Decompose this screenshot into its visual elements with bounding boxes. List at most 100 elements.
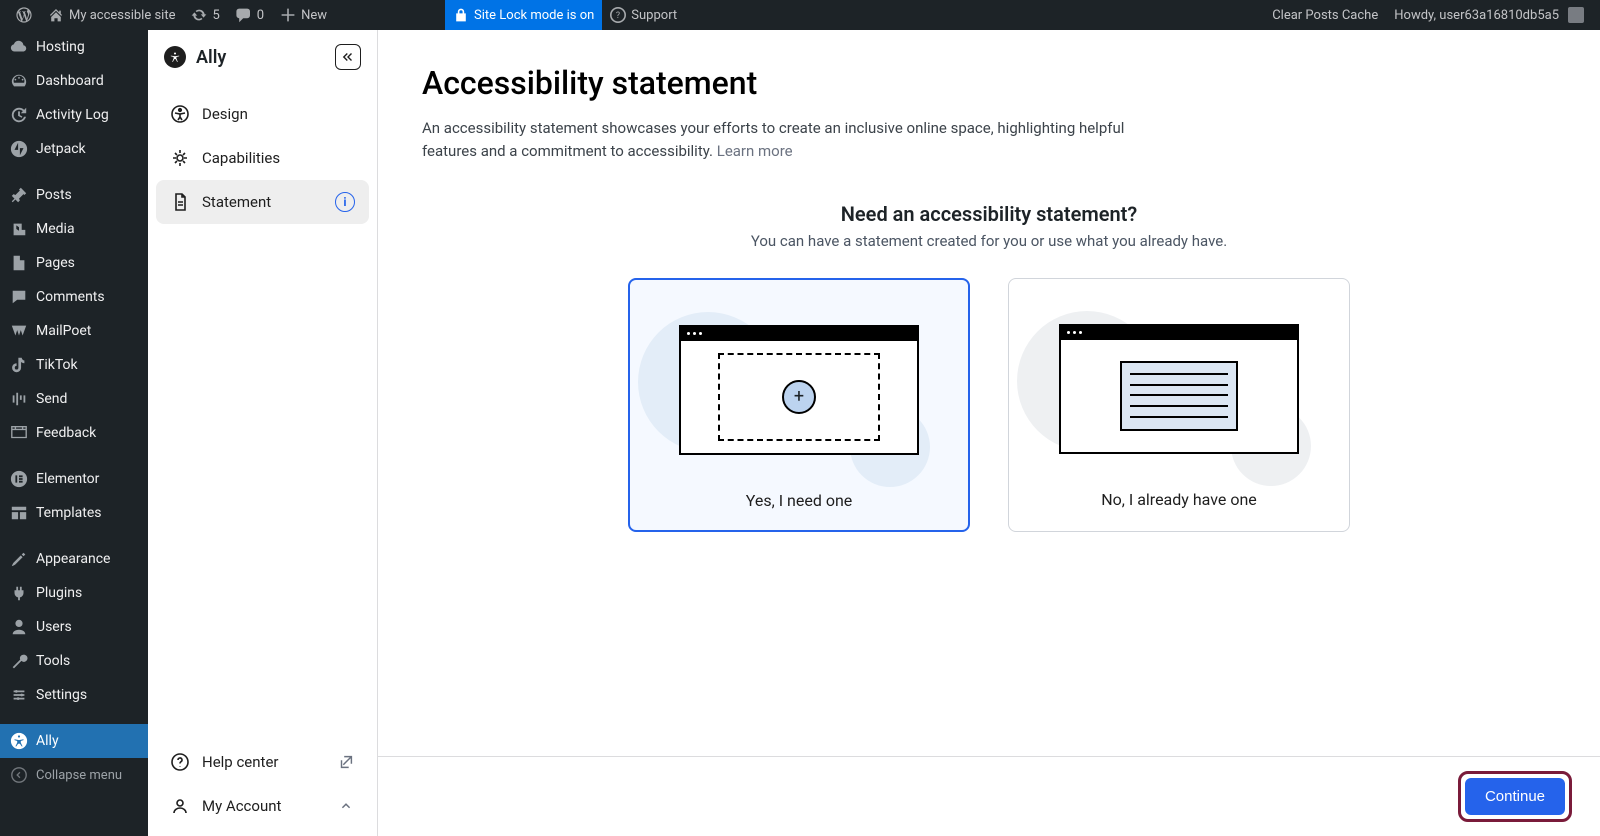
question-title: Need an accessibility statement? [422,202,1556,226]
continue-button[interactable]: Continue [1465,778,1565,815]
sidebar-item-media[interactable]: Media [0,212,148,246]
sidebar-item-appearance[interactable]: Appearance [0,542,148,576]
updates-count: 5 [212,8,219,23]
option-yes-need-one[interactable]: + Yes, I need one [628,278,970,532]
ally-nav-statement[interactable]: Statement i [156,180,369,224]
cloud-icon [10,38,28,56]
avatar [1568,7,1584,23]
wp-logo-menu[interactable] [8,0,40,30]
learn-more-link[interactable]: Learn more [717,142,793,160]
sidebar-item-tiktok[interactable]: TikTok [0,348,148,382]
sidebar-item-settings[interactable]: Settings [0,678,148,712]
collapse-panel-button[interactable] [335,44,361,70]
accessibility-icon [168,50,182,64]
ally-header: Ally [148,30,377,84]
new-label: New [301,8,327,23]
update-icon [191,7,207,23]
chevron-double-left-icon [341,50,355,64]
option-no-label: No, I already have one [1027,490,1331,509]
sidebar-item-hosting[interactable]: Hosting [0,30,148,64]
home-icon [48,7,64,23]
accessibility-icon [170,104,190,124]
sidebar-item-ally[interactable]: Ally [0,724,148,758]
gear-icon [170,148,190,168]
footer-bar: Continue [378,756,1600,836]
mailpoet-icon [10,322,28,340]
dashboard-icon [10,72,28,90]
sidebar-item-templates[interactable]: Templates [0,496,148,530]
sidebar-item-feedback[interactable]: Feedback [0,416,148,450]
help-icon: ? [610,7,626,23]
new-content-link[interactable]: New [272,0,335,30]
wordpress-icon [16,7,32,23]
comments-count: 0 [257,8,264,23]
tools-icon [10,652,28,670]
sidebar-item-posts[interactable]: Posts [0,178,148,212]
user-icon [170,796,190,816]
sidebar-item-plugins[interactable]: Plugins [0,576,148,610]
sidebar-item-elementor[interactable]: Elementor [0,462,148,496]
sidebar-item-dashboard[interactable]: Dashboard [0,64,148,98]
info-icon[interactable]: i [335,192,355,212]
wp-admin-sidebar: Hosting Dashboard Activity Log Jetpack P… [0,30,148,836]
illustration-create-new: + [648,302,950,477]
option-yes-label: Yes, I need one [648,491,950,510]
sidebar-item-pages[interactable]: Pages [0,246,148,280]
option-no-have-one[interactable]: No, I already have one [1008,278,1350,532]
comment-icon [236,7,252,23]
help-center-link[interactable]: Help center [156,740,369,784]
ally-title: Ally [196,47,226,68]
document-icon [170,192,190,212]
collapse-menu-button[interactable]: Collapse menu [0,758,148,792]
howdy-text: Howdy, user63a16810db5a5 [1394,8,1559,23]
site-lock-label: Site Lock mode is on [474,8,594,23]
sidebar-item-activity-log[interactable]: Activity Log [0,98,148,132]
lock-icon [453,7,469,23]
svg-text:?: ? [616,11,620,21]
page-title: Accessibility statement [422,64,1556,102]
templates-icon [10,504,28,522]
support-link[interactable]: ? Support [602,0,685,30]
sidebar-item-comments[interactable]: Comments [0,280,148,314]
site-lock-indicator[interactable]: Site Lock mode is on [445,0,602,30]
pin-icon [10,186,28,204]
admin-topbar: My accessible site 5 0 New Site Lock mod… [0,0,1600,30]
help-icon [170,752,190,772]
page-icon [10,254,28,272]
clear-cache-button[interactable]: Clear Posts Cache [1264,0,1386,30]
sidebar-item-mailpoet[interactable]: MailPoet [0,314,148,348]
brush-icon [10,550,28,568]
plus-icon [280,7,296,23]
sidebar-item-tools[interactable]: Tools [0,644,148,678]
sidebar-item-send[interactable]: Send [0,382,148,416]
my-account-link[interactable]: My Account [156,784,369,828]
elementor-icon [10,470,28,488]
send-icon [10,390,28,408]
jetpack-icon [10,140,28,158]
site-name-link[interactable]: My accessible site [40,0,183,30]
support-label: Support [631,8,677,23]
comments-link[interactable]: 0 [228,0,272,30]
sidebar-item-jetpack[interactable]: Jetpack [0,132,148,166]
users-icon [10,618,28,636]
external-link-icon [337,753,355,771]
collapse-icon [10,766,28,784]
tiktok-icon [10,356,28,374]
sidebar-item-users[interactable]: Users [0,610,148,644]
continue-highlight: Continue [1458,771,1572,822]
ally-nav-design[interactable]: Design [156,92,369,136]
account-menu[interactable]: Howdy, user63a16810db5a5 [1386,0,1592,30]
ally-sidebar: Ally Design Capabilities Statement i [148,30,378,836]
illustration-existing [1027,301,1331,476]
ally-nav-capabilities[interactable]: Capabilities [156,136,369,180]
ally-logo [164,46,186,68]
history-icon [10,106,28,124]
feedback-icon [10,424,28,442]
site-name: My accessible site [69,8,175,23]
updates-link[interactable]: 5 [183,0,227,30]
media-icon [10,220,28,238]
comments-icon [10,288,28,306]
page-description: An accessibility statement showcases you… [422,117,1142,162]
chevron-up-icon [337,797,355,815]
question-subtitle: You can have a statement created for you… [422,232,1556,250]
